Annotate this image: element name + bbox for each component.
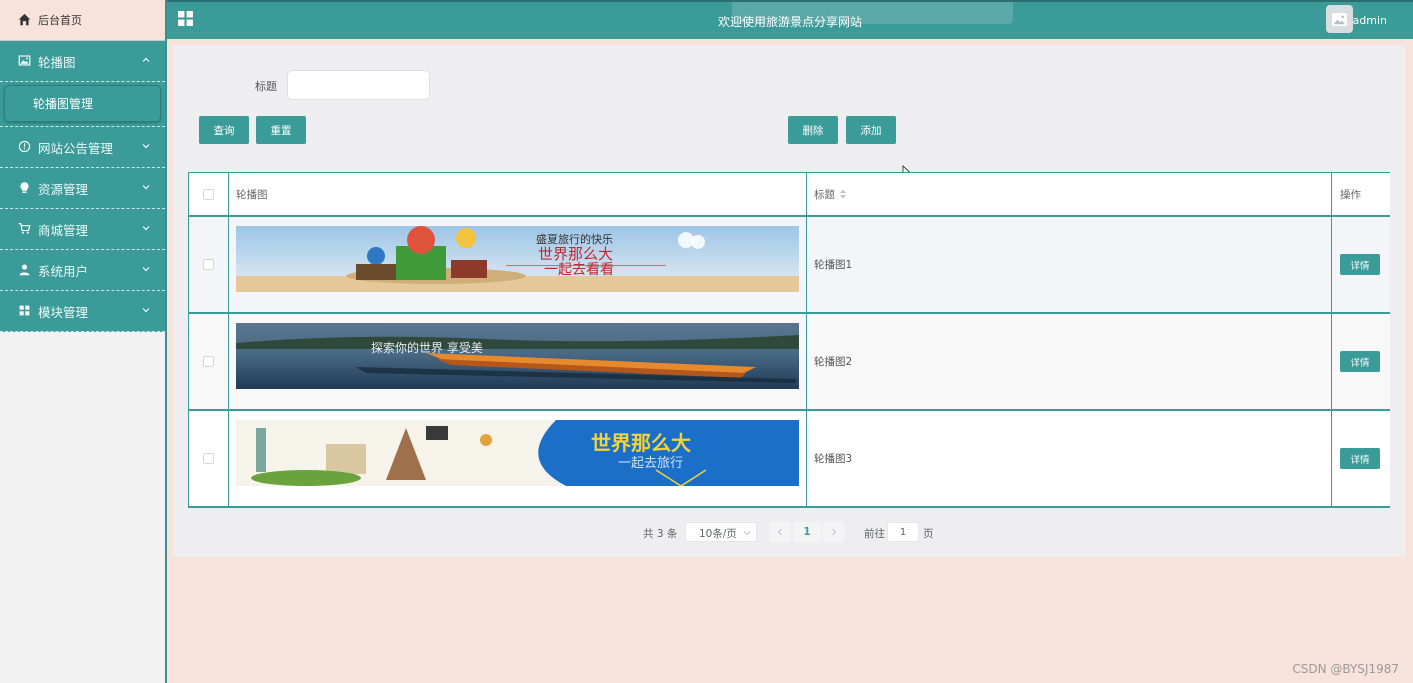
image-icon <box>18 54 32 68</box>
sidebar-item-label: 轮播图管理 <box>33 97 94 111</box>
sidebar-group-label: 系统用户 <box>38 263 89 279</box>
banner-image: 探索你的世界 享受美 <box>236 323 799 389</box>
sidebar: 后台首页 轮播图 轮播图管理 网站公告管理 资源管理 商城管理 系统用户 模块管… <box>0 0 167 683</box>
sidebar-group-label: 网站公告管理 <box>38 140 114 156</box>
banner-text: 一起去看看 <box>544 262 614 278</box>
select-all-checkbox[interactable] <box>203 188 214 200</box>
row-title: 轮播图2 <box>807 314 1332 409</box>
chevron-down-icon <box>141 305 151 315</box>
row-check-cell <box>189 217 229 312</box>
page-size-select[interactable]: 10条/页 <box>685 522 757 542</box>
sort-icon[interactable] <box>839 189 847 199</box>
main-panel: 标题 查询 重置 删除 添加 轮播图 标题 操作 盛夏旅行的快乐 世界那么大 一… <box>173 45 1406 557</box>
query-button[interactable]: 查询 <box>199 116 249 144</box>
banner-image: 世界那么大 一起去旅行 <box>236 420 799 486</box>
header-title-label: 标题 <box>814 188 835 201</box>
pagination-total: 共 3 条 <box>643 528 678 540</box>
top-header: 欢迎使用旅游景点分享网站 admin <box>167 0 1413 39</box>
row-actions: 详情 <box>1332 411 1390 506</box>
banner-text: 探索你的世界 享受美 <box>371 340 483 355</box>
add-button[interactable]: 添加 <box>846 116 896 144</box>
reset-button[interactable]: 重置 <box>256 116 306 144</box>
sidebar-group-modules[interactable]: 模块管理 <box>0 291 165 332</box>
chevron-down-icon <box>141 264 151 274</box>
row-check-cell <box>189 411 229 506</box>
banner-cell: 盛夏旅行的快乐 世界那么大 一起去看看 <box>229 217 807 312</box>
header-title[interactable]: 标题 <box>807 173 1332 215</box>
row-check-cell <box>189 314 229 409</box>
goto-label: 前往 <box>864 528 885 540</box>
avatar[interactable] <box>1326 5 1353 33</box>
page-number[interactable]: 1 <box>793 522 821 542</box>
banner-cell: 探索你的世界 享受美 <box>229 314 807 409</box>
next-page-button[interactable] <box>823 522 845 542</box>
banner-text: 世界那么大 <box>538 245 613 263</box>
banner-text: 盛夏旅行的快乐 <box>536 232 613 246</box>
chevron-left-icon <box>777 528 782 536</box>
chevron-down-icon <box>141 223 151 233</box>
chevron-down-icon <box>141 182 151 192</box>
cart-icon <box>18 222 32 236</box>
sidebar-home-label: 后台首页 <box>38 14 82 27</box>
pagination: 共 3 条 10条/页 1 前往 页 <box>173 522 1406 542</box>
delete-button[interactable]: 删除 <box>788 116 838 144</box>
row-title: 轮播图3 <box>807 411 1332 506</box>
goto-page-input[interactable] <box>887 522 919 542</box>
row-title: 轮播图1 <box>807 217 1332 312</box>
row-checkbox[interactable] <box>203 259 214 270</box>
sidebar-group-announcements[interactable]: 网站公告管理 <box>0 127 165 168</box>
goto-suffix: 页 <box>923 528 934 540</box>
sidebar-group-shop[interactable]: 商城管理 <box>0 209 165 250</box>
sidebar-group-system-users[interactable]: 系统用户 <box>0 250 165 291</box>
bulb-icon <box>18 181 32 195</box>
app-title: 欢迎使用旅游景点分享网站 <box>717 15 862 29</box>
sidebar-group-carousel[interactable]: 轮播图 <box>0 41 165 82</box>
sidebar-group-resources[interactable]: 资源管理 <box>0 168 165 209</box>
banner-cell: 世界那么大 一起去旅行 <box>229 411 807 506</box>
search-title-label: 标题 <box>255 80 277 93</box>
header-check-cell <box>189 173 229 215</box>
sidebar-home[interactable]: 后台首页 <box>0 0 165 41</box>
row-actions: 详情 <box>1332 217 1390 312</box>
detail-button[interactable]: 详情 <box>1340 254 1380 275</box>
banner-text: 世界那么大 <box>591 431 691 455</box>
chevron-down-icon <box>743 529 751 537</box>
table-header-row: 轮播图 标题 操作 <box>189 173 1390 217</box>
home-icon <box>18 13 32 27</box>
info-icon <box>18 140 32 154</box>
grid-icon <box>18 304 32 318</box>
user-icon <box>18 263 32 277</box>
banner-text: 一起去旅行 <box>618 456 683 471</box>
username[interactable]: admin <box>1353 14 1387 27</box>
sidebar-item-carousel-management[interactable]: 轮播图管理 <box>4 85 161 122</box>
row-checkbox[interactable] <box>203 356 214 367</box>
carousel-table: 轮播图 标题 操作 盛夏旅行的快乐 世界那么大 一起去看看 轮播图1 详情 探索… <box>188 172 1390 508</box>
search-title-input[interactable] <box>287 70 430 100</box>
chevron-right-icon <box>832 528 837 536</box>
sidebar-submenu: 轮播图管理 <box>0 82 165 127</box>
detail-button[interactable]: 详情 <box>1340 448 1380 469</box>
row-checkbox[interactable] <box>203 453 214 464</box>
table-row: 盛夏旅行的快乐 世界那么大 一起去看看 轮播图1 详情 <box>189 217 1390 314</box>
sidebar-group-label: 商城管理 <box>38 222 89 238</box>
sidebar-group-label: 资源管理 <box>38 181 89 197</box>
avatar-image-icon <box>1332 12 1347 26</box>
chevron-down-icon <box>141 141 151 151</box>
sidebar-menu: 轮播图 轮播图管理 网站公告管理 资源管理 商城管理 系统用户 模块管理 <box>0 41 165 332</box>
banner-image: 盛夏旅行的快乐 世界那么大 一起去看看 <box>236 226 799 292</box>
prev-page-button[interactable] <box>769 522 791 542</box>
page-size-value: 10条/页 <box>699 528 737 540</box>
chevron-up-icon <box>141 55 151 65</box>
table-row: 探索你的世界 享受美 轮播图2 详情 <box>189 314 1390 411</box>
table-row: 世界那么大 一起去旅行 轮播图3 详情 <box>189 411 1390 508</box>
header-image: 轮播图 <box>229 173 807 215</box>
sidebar-group-label: 轮播图 <box>38 54 76 70</box>
detail-button[interactable]: 详情 <box>1340 351 1380 372</box>
row-actions: 详情 <box>1332 314 1390 409</box>
sidebar-group-label: 模块管理 <box>38 304 89 320</box>
header-actions: 操作 <box>1340 188 1361 201</box>
watermark: CSDN @BYSJ1987 <box>1292 662 1399 676</box>
